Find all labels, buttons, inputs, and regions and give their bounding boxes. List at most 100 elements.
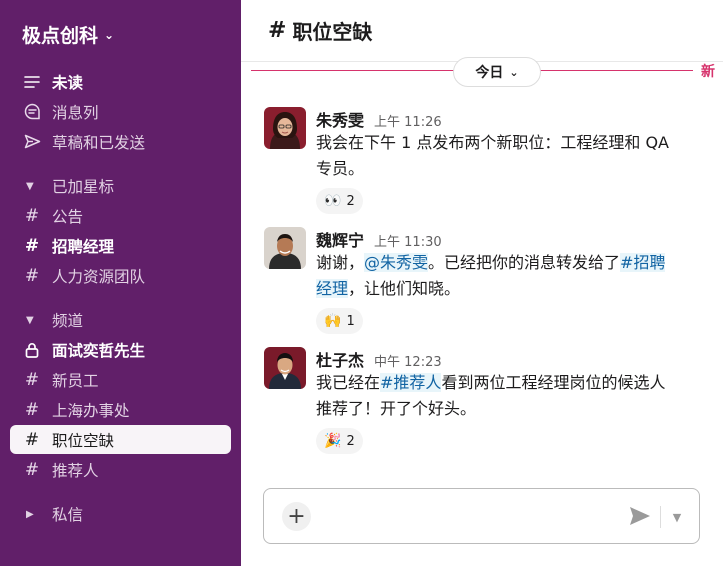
sidebar-item-threads[interactable]: 消息列 [10,97,231,126]
hash-icon: # [268,18,287,43]
channel-link[interactable]: #推荐人 [380,373,442,392]
message-header: 朱秀雯 上午 11:26 [316,107,706,131]
reaction-pill[interactable]: 🎉 2 [316,428,363,454]
sidebar-item-label: 推荐人 [52,461,99,480]
raised-hands-emoji: 🙌 [324,313,342,329]
section-direct-messages[interactable]: ▶ 私信 [10,501,231,527]
message-time[interactable]: 上午 11:26 [374,111,442,130]
message-body: 朱秀雯 上午 11:26 我会在下午 1 点发布两个新职位：工程经理和 QA 专… [316,107,706,214]
reaction-count: 2 [346,433,355,449]
message-line: 经理，让他们知晓。 [316,276,706,302]
message-body: 杜子杰 中午 12:23 我已经在#推荐人看到两位工程经理岗位的候选人 推荐了！… [316,347,706,454]
sidebar-item-hiring-managers[interactable]: # 招聘经理 [10,231,231,260]
lock-icon [23,342,41,358]
chevron-down-icon: ⌄ [104,28,115,42]
caret-down-icon: ▼ [26,180,34,192]
message-line: 推荐了！开了个好头。 [316,399,477,418]
sidebar-item-unread[interactable]: 未读 [10,67,231,96]
sidebar-item-label: 草稿和已发送 [52,133,146,152]
sidebar-item-shanghai-office[interactable]: # 上海办事处 [10,395,231,424]
message-line: 谢谢，@朱秀雯。已经把你的消息转发给了#招聘 [316,250,706,276]
sidebar-item-label: 未读 [52,73,84,92]
message-text: 我已经在#推荐人看到两位工程经理岗位的候选人 推荐了！开了个好头。 [316,370,706,422]
hash-icon: # [24,205,40,226]
channel-link[interactable]: #招聘 [620,253,666,272]
send-button[interactable] [628,503,652,529]
hash-icon: # [24,399,40,420]
sidebar-item-interview[interactable]: 面试奕哲先生 [10,335,231,364]
sidebar: 极点创科 ⌄ 未读 消息列 草稿和已发送 ▼ 已加星标 # 公告 # 招聘经理 … [0,0,241,566]
threads-icon [23,103,41,120]
message-composer[interactable]: + ▼ [263,488,700,544]
message-author[interactable]: 朱秀雯 [316,107,364,131]
sidebar-item-label: 招聘经理 [52,237,115,256]
sidebar-item-label: 上海办事处 [52,401,130,420]
chevron-down-icon: ⌄ [509,65,519,79]
sidebar-item-label: 面试奕哲先生 [52,341,146,360]
sidebar-item-new-hires[interactable]: # 新员工 [10,365,231,394]
user-mention-link[interactable]: @朱秀雯 [364,253,429,272]
hash-icon: # [24,235,40,256]
message-text: 我会在下午 1 点发布两个新职位：工程经理和 QA 专员。 [316,130,706,182]
sidebar-item-drafts[interactable]: 草稿和已发送 [10,127,231,156]
message-line: 我会在下午 1 点发布两个新职位：工程经理和 QA [316,133,669,152]
section-starred[interactable]: ▼ 已加星标 [10,173,231,199]
message-header: 杜子杰 中午 12:23 [316,347,706,371]
channel-view: # 职位空缺 今日 ⌄ 新 朱秀雯 上午 11:26 我会在下午 1 点发布两个… [241,0,723,566]
text-run: 。已经把你的消息转发给了 [428,253,621,272]
message-author[interactable]: 魏辉宁 [316,227,364,251]
day-label: 今日 [475,65,504,81]
hash-icon: # [24,459,40,480]
sidebar-item-label: 公告 [52,207,84,226]
hash-icon: # [24,429,40,450]
section-channels[interactable]: ▼ 频道 [10,307,231,333]
reaction-pill[interactable]: 🙌 1 [316,308,363,334]
hash-icon: # [24,265,40,286]
channel-title: 职位空缺 [292,20,373,44]
channel-header[interactable]: # 职位空缺 [241,0,723,62]
text-run: ，让他们知晓。 [348,279,461,298]
sidebar-item-job-openings[interactable]: # 职位空缺 [10,425,231,454]
sidebar-item-label: 新员工 [52,371,99,390]
message-line: 我已经在#推荐人看到两位工程经理岗位的候选人 [316,370,706,396]
date-jump-button[interactable]: 今日 ⌄ [453,57,541,87]
hash-icon: # [24,369,40,390]
text-run: 谢谢， [316,253,365,272]
sidebar-item-label: 人力资源团队 [52,267,146,286]
message-header: 魏辉宁 上午 11:30 [316,227,706,251]
section-title: 频道 [52,312,84,330]
text-run: 看到两位工程经理岗位的候选人 [441,373,666,392]
sidebar-item-referrals[interactable]: # 推荐人 [10,455,231,484]
message-author[interactable]: 杜子杰 [316,347,364,371]
send-icon [23,134,41,149]
caret-right-icon: ▶ [26,508,34,520]
divider [660,506,661,528]
message-time[interactable]: 上午 11:30 [374,231,442,250]
section-title: 已加星标 [52,178,115,196]
sidebar-item-hr-team[interactable]: # 人力资源团队 [10,261,231,290]
attach-button[interactable]: + [282,502,311,531]
avatar[interactable] [264,227,306,269]
message-line: 专员。 [316,159,365,178]
reaction-count: 1 [346,313,355,329]
reaction-count: 2 [346,193,355,209]
text-run: 我已经在 [316,373,381,392]
eyes-emoji: 👀 [324,193,342,209]
caret-down-icon: ▼ [26,314,34,326]
send-options-button[interactable]: ▼ [666,505,688,529]
avatar[interactable] [264,107,306,149]
sidebar-item-announcements[interactable]: # 公告 [10,201,231,230]
reaction-pill[interactable]: 👀 2 [316,188,363,214]
new-badge: 新 [701,64,715,80]
plus-icon: + [287,504,306,529]
channel-link[interactable]: 经理 [316,279,349,298]
message-body: 魏辉宁 上午 11:30 谢谢，@朱秀雯。已经把你的消息转发给了#招聘 经理，让… [316,227,706,334]
avatar[interactable] [264,347,306,389]
unread-icon [23,75,41,89]
party-popper-emoji: 🎉 [324,433,342,449]
send-icon [630,507,650,525]
section-title: 私信 [52,506,84,524]
message-text: 谢谢，@朱秀雯。已经把你的消息转发给了#招聘 经理，让他们知晓。 [316,250,706,302]
message-time[interactable]: 中午 12:23 [374,351,442,370]
workspace-switcher[interactable]: 极点创科 ⌄ [22,22,115,47]
